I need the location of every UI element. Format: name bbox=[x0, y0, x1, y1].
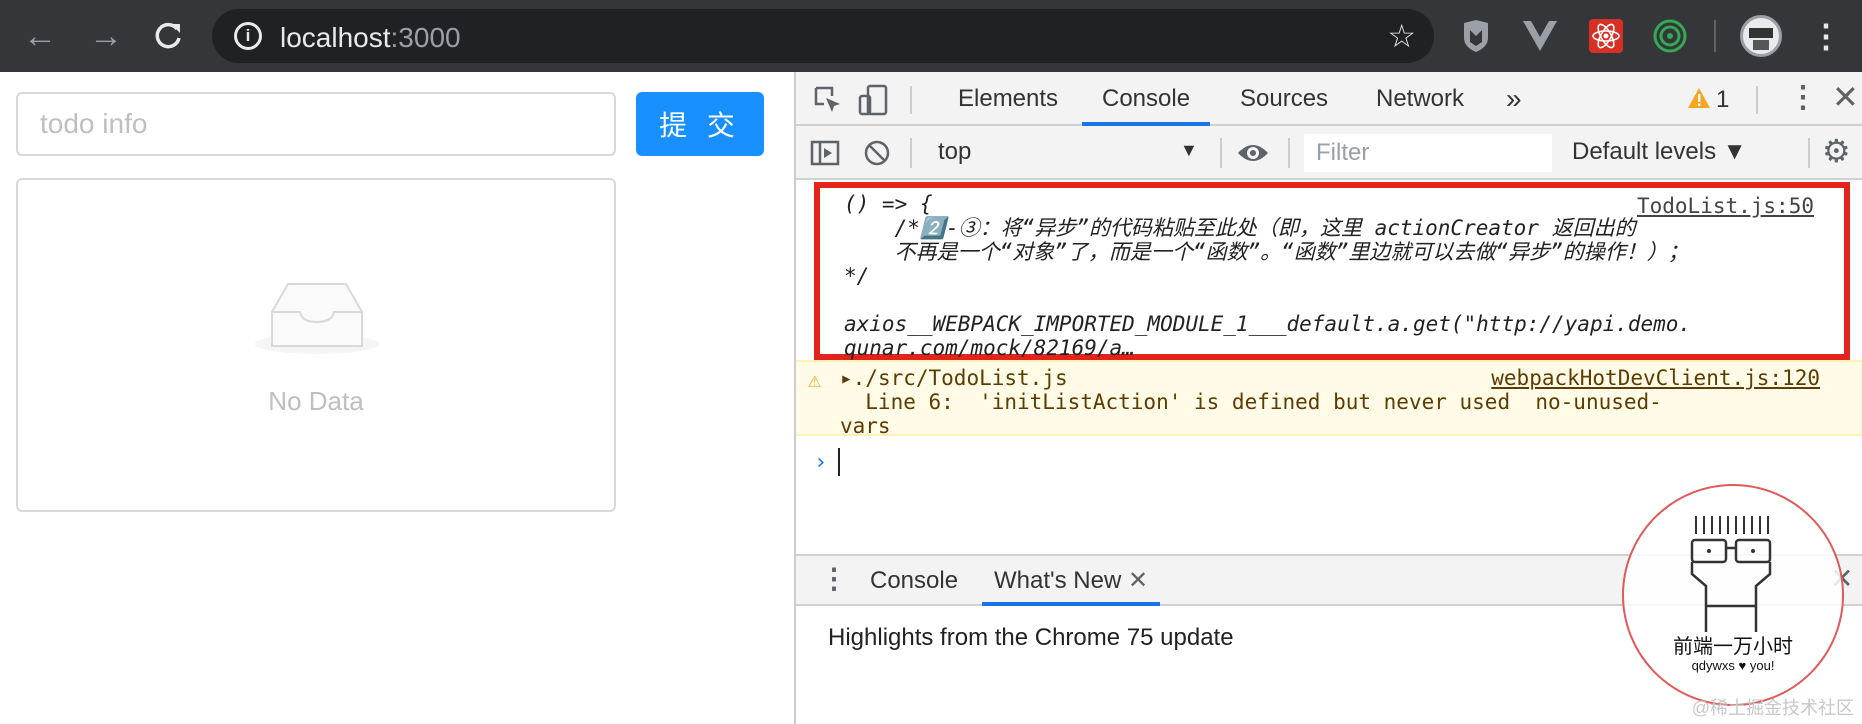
console-filter-input[interactable]: Filter bbox=[1304, 134, 1552, 172]
todo-list: No Data bbox=[16, 178, 616, 512]
arrow-right-icon: → bbox=[89, 16, 123, 55]
tab-divider bbox=[910, 86, 912, 114]
address-bar[interactable]: i localhost:3000 ☆ bbox=[212, 9, 1434, 63]
tab-console[interactable]: Console bbox=[1082, 72, 1211, 126]
tab-sources[interactable]: Sources bbox=[1240, 72, 1328, 126]
log-levels-dropdown[interactable]: Default levels ▼ bbox=[1572, 138, 1747, 166]
console-warning-entry[interactable]: ⚠ ▸./src/TodoList.js Line 6: 'initListAc… bbox=[796, 360, 1862, 438]
toolbar-divider bbox=[910, 138, 912, 168]
toolbar-divider bbox=[1288, 138, 1290, 168]
extension-react-icon[interactable] bbox=[1584, 14, 1628, 58]
drawer-menu-icon[interactable]: ⋮ bbox=[820, 562, 848, 595]
console-settings-gear-icon[interactable]: ⚙ bbox=[1822, 132, 1851, 170]
sidebar-toggle-icon[interactable] bbox=[810, 138, 840, 168]
warning-icon[interactable] bbox=[1688, 88, 1710, 108]
arrow-left-icon: ← bbox=[23, 16, 57, 55]
highlights-heading: Highlights from the Chrome 75 update bbox=[828, 624, 1234, 651]
watermark-subtitle: qdywxs ♥ you! bbox=[1691, 658, 1775, 673]
live-expression-eye-icon[interactable] bbox=[1236, 140, 1270, 166]
reload-icon bbox=[155, 22, 181, 49]
expand-triangle-icon[interactable]: ▸ bbox=[840, 366, 853, 390]
forward-button[interactable]: → bbox=[84, 14, 128, 58]
warning-source-link[interactable]: webpackHotDevClient.js:120 bbox=[1491, 366, 1820, 390]
footer-watermark: @稀土掘金技术社区 bbox=[1691, 698, 1854, 718]
close-devtools-icon[interactable]: ✕ bbox=[1832, 78, 1859, 116]
browser-menu-icon[interactable]: ⋮ bbox=[1810, 14, 1842, 58]
extension-shield-icon[interactable] bbox=[1454, 14, 1498, 58]
toolbar-divider bbox=[1808, 138, 1810, 168]
chevron-down-icon[interactable]: ▼ bbox=[1180, 140, 1198, 161]
watermark-badge: 前端一万小时 qdywxs ♥ you! bbox=[1622, 484, 1844, 706]
console-prompt-icon: › bbox=[814, 450, 828, 475]
tab-divider bbox=[1756, 86, 1758, 114]
extension-target-icon[interactable] bbox=[1648, 14, 1692, 58]
device-toolbar-icon[interactable] bbox=[858, 84, 890, 116]
toolbar-divider bbox=[1220, 138, 1222, 168]
tab-elements[interactable]: Elements bbox=[958, 72, 1058, 126]
browser-toolbar: ← → i localhost:3000 ☆ ⋮ bbox=[0, 0, 1862, 72]
back-button[interactable]: ← bbox=[18, 14, 62, 58]
todo-input[interactable] bbox=[16, 92, 616, 156]
page-content: 提 交 No Data bbox=[0, 72, 794, 724]
warning-icon: ⚠ bbox=[808, 368, 822, 393]
console-input[interactable] bbox=[838, 448, 840, 476]
console-toolbar: top ▼ Filter Default levels ▼ ⚙ bbox=[796, 126, 1862, 180]
clear-console-icon[interactable] bbox=[862, 138, 892, 168]
submit-button[interactable]: 提 交 bbox=[636, 92, 764, 156]
context-selector[interactable]: top bbox=[938, 138, 971, 166]
extension-vue-icon[interactable] bbox=[1518, 14, 1562, 58]
close-tab-icon[interactable]: ✕ bbox=[1128, 567, 1148, 594]
url-text[interactable]: localhost:3000 bbox=[280, 22, 461, 54]
reload-button[interactable] bbox=[146, 14, 190, 58]
bookmark-star-icon[interactable]: ☆ bbox=[1387, 17, 1416, 55]
watermark-title: 前端一万小时 bbox=[1673, 636, 1793, 658]
console-log-entry[interactable]: () => { /*2️⃣-③：将“异步”的代码粘贴至此处（即，这里 actio… bbox=[814, 182, 1850, 360]
toolbar-divider bbox=[1714, 20, 1716, 52]
empty-inbox-icon bbox=[255, 283, 379, 354]
drawer-tab-console[interactable]: Console bbox=[870, 556, 958, 606]
warning-count[interactable]: 1 bbox=[1716, 86, 1729, 114]
inspect-element-icon[interactable] bbox=[812, 84, 842, 114]
devtools-tabbar: Elements Console Sources Network » 1 ⋮ ✕ bbox=[796, 72, 1862, 126]
devtools-menu-icon[interactable]: ⋮ bbox=[1788, 80, 1818, 115]
mascot-illustration-icon bbox=[1690, 516, 1772, 632]
log-source-link[interactable]: TodoList.js:50 bbox=[1637, 194, 1814, 218]
tab-network[interactable]: Network bbox=[1376, 72, 1464, 126]
more-tabs-button[interactable]: » bbox=[1506, 72, 1522, 126]
empty-state-text: No Data bbox=[268, 386, 364, 416]
profile-avatar[interactable] bbox=[1740, 15, 1782, 57]
drawer-tab-whats-new[interactable]: What's New ✕ bbox=[982, 556, 1161, 606]
info-icon[interactable]: i bbox=[234, 22, 262, 50]
